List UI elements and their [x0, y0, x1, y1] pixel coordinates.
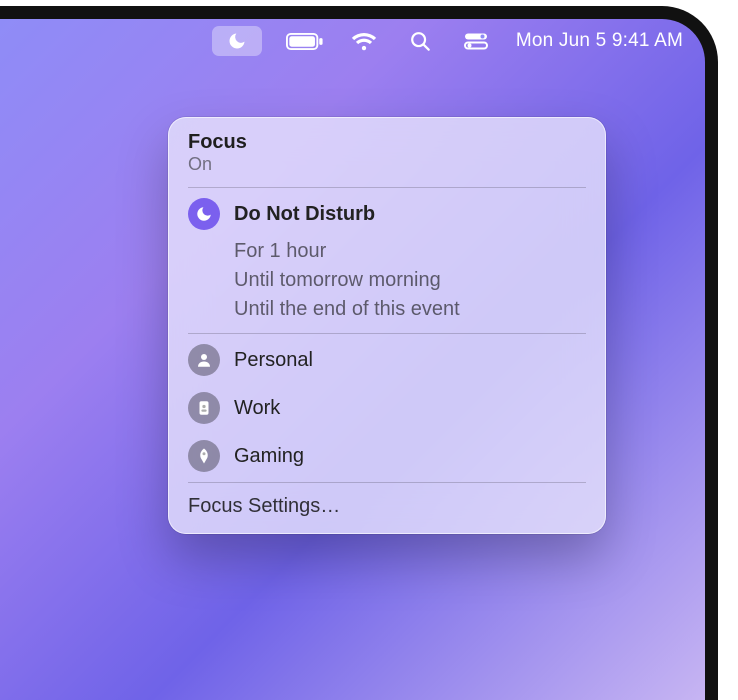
badge-icon [188, 392, 220, 424]
focus-settings-link[interactable]: Focus Settings… [168, 485, 606, 524]
focus-duration-options: For 1 hour Until tomorrow morning Until … [168, 238, 606, 331]
moon-icon [188, 198, 220, 230]
focus-duration-option[interactable]: Until tomorrow morning [234, 269, 586, 292]
menu-bar-datetime[interactable]: Mon Jun 5 9:41 AM [516, 25, 683, 57]
menu-bar-wifi[interactable] [348, 25, 380, 57]
battery-icon [286, 32, 324, 51]
moon-icon [227, 31, 247, 51]
focus-mode-label: Personal [234, 349, 313, 372]
focus-title: Focus [188, 131, 586, 154]
focus-mode-work[interactable]: Work [168, 384, 606, 432]
focus-duration-option[interactable]: Until the end of this event [234, 298, 586, 321]
menu-bar-battery[interactable] [286, 25, 324, 57]
focus-mode-do-not-disturb[interactable]: Do Not Disturb [168, 190, 606, 238]
focus-mode-label: Do Not Disturb [234, 203, 375, 226]
person-icon [188, 344, 220, 376]
divider [188, 187, 586, 188]
divider [188, 333, 586, 334]
focus-mode-gaming[interactable]: Gaming [168, 432, 606, 480]
wifi-icon [351, 31, 377, 51]
menu-bar-spotlight[interactable] [404, 25, 436, 57]
rocket-icon [188, 440, 220, 472]
focus-mode-personal[interactable]: Personal [168, 336, 606, 384]
search-icon [409, 30, 431, 52]
focus-status: On [188, 154, 586, 175]
control-center-icon [464, 32, 488, 50]
focus-mode-label: Gaming [234, 445, 304, 468]
desktop: Mon Jun 5 9:41 AM Focus On Do Not Distur… [0, 6, 718, 700]
focus-duration-option[interactable]: For 1 hour [234, 240, 586, 263]
focus-mode-label: Work [234, 397, 280, 420]
divider [188, 482, 586, 483]
menu-bar-focus-button[interactable] [212, 26, 262, 56]
focus-popover: Focus On Do Not Disturb For 1 hour Until… [168, 117, 606, 534]
menu-bar-control-center[interactable] [460, 25, 492, 57]
menu-bar: Mon Jun 5 9:41 AM [0, 19, 705, 63]
